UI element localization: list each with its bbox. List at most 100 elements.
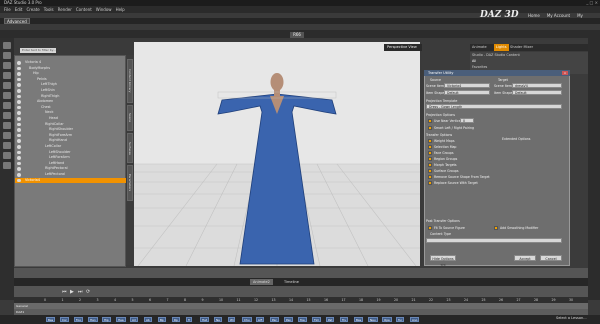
universal-tool-icon[interactable] [3, 82, 11, 89]
lesson-button[interactable]: Toe [298, 317, 307, 322]
render-icon[interactable] [3, 112, 11, 119]
lesson-button[interactable]: Hip [102, 317, 111, 322]
lesson-button[interactable]: Tr [186, 317, 193, 322]
lesson-button[interactable]: Tim [312, 317, 322, 322]
menu-tools[interactable]: Tools [44, 6, 54, 13]
visibility-eye-icon[interactable] [17, 122, 21, 127]
lesson-button[interactable]: Chu [242, 317, 252, 322]
visibility-eye-icon[interactable] [17, 128, 21, 132]
menu-help[interactable]: Help [116, 6, 125, 13]
selection-map-checkbox[interactable] [428, 145, 432, 149]
lesson-button[interactable]: Ano [410, 317, 420, 322]
visibility-eye-icon[interactable] [17, 173, 21, 177]
visibility-eye-icon[interactable] [17, 66, 21, 71]
play-icon[interactable]: ▶ [70, 289, 74, 295]
lesson-button[interactable]: Bas [354, 317, 364, 322]
lesson-button[interactable]: Tru [340, 317, 349, 322]
menu-window[interactable]: Window [96, 6, 112, 13]
morph-targets-checkbox[interactable] [428, 163, 432, 167]
face-groups-checkbox[interactable] [428, 151, 432, 155]
visibility-eye-icon[interactable] [17, 72, 21, 76]
source-item-select[interactable]: Victoria4 [444, 83, 490, 88]
visibility-eye-icon[interactable] [17, 150, 21, 155]
fit-to-source-checkbox[interactable] [428, 226, 432, 230]
source-shape-select[interactable]: Default [444, 90, 490, 95]
visibility-eye-icon[interactable] [17, 61, 21, 65]
visibility-eye-icon[interactable] [17, 156, 21, 160]
visibility-eye-icon[interactable] [17, 167, 21, 171]
remove-source-shape-checkbox[interactable] [428, 175, 432, 179]
loop-icon[interactable]: ⟳ [86, 289, 90, 295]
rotate-tool-icon[interactable] [3, 52, 11, 59]
visibility-eye-icon[interactable] [17, 145, 21, 149]
figure[interactable] [217, 73, 337, 265]
3d-viewport[interactable] [134, 42, 420, 266]
tab-animate2[interactable]: Animate2 [250, 279, 273, 285]
morph-icon[interactable] [3, 132, 11, 139]
scene-search-input[interactable]: Enter text to filter by... [20, 48, 56, 53]
surface-groups-checkbox[interactable] [428, 169, 432, 173]
accept-button[interactable]: Accept [514, 255, 536, 261]
tab-timeline[interactable]: Timeline [284, 279, 299, 285]
lesson-button[interactable]: Neu [368, 317, 378, 322]
lesson-button[interactable]: Pen [284, 317, 294, 322]
visibility-eye-icon[interactable] [17, 105, 21, 110]
visibility-eye-icon[interactable] [17, 133, 21, 138]
lesson-button[interactable]: Ad [130, 317, 138, 322]
hide-options-button[interactable]: Hide Options << [430, 255, 456, 267]
lesson-button[interactable]: Ne [214, 317, 222, 322]
lesson-button[interactable]: Cor [60, 317, 69, 322]
undo-icon[interactable] [3, 152, 11, 159]
menu-content[interactable]: Content [76, 6, 92, 13]
target-shape-select[interactable]: Default [512, 90, 562, 95]
lesson-button[interactable]: Rp [172, 317, 180, 322]
lesson-button[interactable]: Hat [200, 317, 209, 322]
target-item-select[interactable]: dressV4 [512, 83, 562, 88]
lesson-select[interactable]: Select a Lesson... [556, 316, 587, 320]
lesson-button[interactable]: Bp [158, 317, 166, 322]
near-vertices-checkbox[interactable] [428, 119, 432, 123]
material-icon[interactable] [3, 142, 11, 149]
scene-tree-item[interactable]: Victoria4 [15, 177, 127, 184]
menu-create[interactable]: Create [26, 6, 39, 13]
tab-surfaces[interactable]: Surfaces [127, 133, 133, 163]
lesson-button[interactable]: Foo [74, 317, 83, 322]
smart-pairing-checkbox[interactable] [428, 126, 432, 130]
region-groups-checkbox[interactable] [428, 157, 432, 161]
lesson-button[interactable]: Bas [46, 317, 56, 322]
visibility-eye-icon[interactable] [17, 139, 21, 143]
light-tool-icon[interactable] [3, 102, 11, 109]
camera-tool-icon[interactable] [3, 92, 11, 99]
visibility-eye-icon[interactable] [17, 161, 21, 166]
lesson-button[interactable]: Ab [144, 317, 152, 322]
lesson-button[interactable]: Tur [396, 317, 405, 322]
viewport-tab[interactable]: R66 [290, 32, 304, 38]
lesson-button[interactable]: Lift [256, 317, 265, 322]
visibility-eye-icon[interactable] [17, 111, 21, 115]
menu-render[interactable]: Render [58, 6, 72, 13]
visibility-eye-icon[interactable] [17, 89, 21, 93]
layout-selector[interactable]: Advanced [4, 18, 30, 24]
visibility-eye-icon[interactable] [17, 83, 21, 87]
lesson-button[interactable]: Hea [116, 317, 126, 322]
tab-animate[interactable]: Animate [472, 44, 487, 51]
tab-parameters[interactable]: Parameters [127, 165, 133, 201]
replace-source-checkbox[interactable] [428, 181, 432, 185]
content-type-select[interactable] [426, 238, 562, 243]
lesson-button[interactable]: Pec [270, 317, 279, 322]
tab-lights[interactable]: Lights [494, 44, 509, 51]
forward-icon[interactable]: ⏭ [78, 289, 83, 295]
scale-tool-icon[interactable] [3, 72, 11, 79]
smoothing-checkbox[interactable] [494, 226, 498, 230]
select-tool-icon[interactable] [3, 42, 11, 49]
lesson-button[interactable]: Han [88, 317, 98, 322]
visibility-eye-icon[interactable] [17, 100, 21, 104]
translate-tool-icon[interactable] [3, 62, 11, 69]
weight-maps-checkbox[interactable] [428, 139, 432, 143]
visibility-eye-icon[interactable] [17, 178, 21, 183]
lesson-button[interactable]: Wi [228, 317, 236, 322]
visibility-eye-icon[interactable] [17, 117, 21, 121]
close-icon[interactable]: × [562, 71, 568, 75]
menu-file[interactable]: File [4, 6, 11, 13]
tab-scene[interactable]: Scene [127, 105, 133, 131]
